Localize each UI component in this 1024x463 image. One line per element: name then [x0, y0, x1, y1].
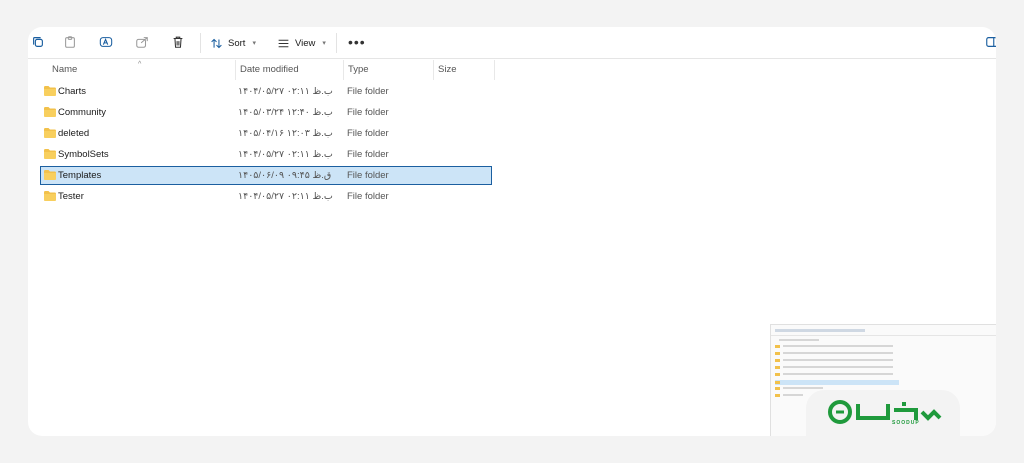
view-label: View — [295, 37, 316, 49]
column-header-type[interactable]: Type — [348, 60, 369, 80]
toolbar-divider — [200, 33, 201, 53]
file-date-modified: ۱۴۰۵/۰۴/۱۶ ب.ظ ۱۲:۰۳ — [238, 128, 333, 139]
delete-icon[interactable] — [170, 34, 186, 50]
sort-icon — [211, 38, 222, 48]
more-options-button[interactable]: ••• — [348, 33, 366, 51]
column-divider[interactable] — [494, 60, 495, 80]
logo-wordmark: SOODUP — [892, 420, 920, 426]
folder-icon — [44, 86, 56, 96]
soodup-logo — [828, 400, 942, 424]
paste-icon[interactable] — [62, 34, 78, 50]
file-date-modified: ۱۴۰۴/۰۵/۲۷ ب.ظ ۰۲:۱۱ — [238, 149, 333, 160]
view-button[interactable]: View ▾ — [277, 33, 326, 53]
column-divider[interactable] — [343, 60, 344, 80]
sort-ascending-icon: ^ — [138, 61, 142, 68]
command-bar: Sort ▾ View ▾ ••• — [28, 27, 996, 59]
folder-icon — [44, 191, 56, 201]
table-row-selected[interactable]: Templates ۱۴۰۵/۰۶/۰۹ ق.ظ ۰۹:۴۵ File fold… — [40, 166, 492, 185]
table-row[interactable]: deleted ۱۴۰۵/۰۴/۱۶ ب.ظ ۱۲:۰۳ File folder — [40, 124, 492, 143]
file-date-modified: ۱۴۰۴/۰۵/۲۷ ب.ظ ۰۲:۱۱ — [238, 191, 333, 202]
details-pane-icon[interactable] — [984, 34, 996, 50]
folder-icon — [44, 149, 56, 159]
column-header-name[interactable]: Name — [52, 60, 77, 80]
toolbar-divider — [336, 33, 337, 53]
copy-icon[interactable] — [30, 34, 46, 50]
file-name: Charts — [58, 86, 86, 97]
file-name: deleted — [58, 128, 90, 139]
rename-icon[interactable] — [98, 34, 114, 50]
folder-icon — [44, 170, 56, 180]
share-icon[interactable] — [134, 34, 150, 50]
logo-container: SOODUP — [806, 390, 960, 436]
file-name: SymbolSets — [58, 149, 109, 160]
sort-button[interactable]: Sort ▾ — [210, 33, 256, 53]
file-type: File folder — [347, 170, 389, 181]
column-divider[interactable] — [235, 60, 236, 80]
folder-icon — [44, 107, 56, 117]
column-headers: ^ Name Date modified Type Size — [28, 60, 996, 80]
table-row[interactable]: SymbolSets ۱۴۰۴/۰۵/۲۷ ب.ظ ۰۲:۱۱ File fol… — [40, 145, 492, 164]
table-row[interactable]: Charts ۱۴۰۴/۰۵/۲۷ ب.ظ ۰۲:۱۱ File folder — [40, 82, 492, 101]
column-header-date-modified[interactable]: Date modified — [240, 60, 299, 80]
file-type: File folder — [347, 86, 389, 97]
table-row[interactable]: Tester ۱۴۰۴/۰۵/۲۷ ب.ظ ۰۲:۱۱ File folder — [40, 187, 492, 206]
file-explorer-window: Sort ▾ View ▾ ••• ^ Name Date modified T… — [28, 27, 996, 436]
table-row[interactable]: Community ۱۴۰۵/۰۳/۲۴ ب.ظ ۱۲:۴۰ File fold… — [40, 103, 492, 122]
column-divider[interactable] — [433, 60, 434, 80]
sort-label: Sort — [228, 37, 246, 49]
file-name: Tester — [58, 191, 84, 202]
file-name: Templates — [58, 170, 102, 181]
chevron-down-icon: ▾ — [252, 40, 256, 47]
file-type: File folder — [347, 107, 389, 118]
file-type: File folder — [347, 149, 389, 160]
file-date-modified: ۱۴۰۴/۰۵/۲۷ ب.ظ ۰۲:۱۱ — [238, 86, 333, 97]
file-type: File folder — [347, 128, 389, 139]
folder-icon — [44, 128, 56, 138]
file-date-modified: ۱۴۰۵/۰۶/۰۹ ق.ظ ۰۹:۴۵ — [238, 170, 332, 181]
file-type: File folder — [347, 191, 389, 202]
view-list-icon — [278, 39, 289, 47]
chevron-down-icon: ▾ — [322, 40, 326, 47]
file-name: Community — [58, 107, 107, 118]
file-date-modified: ۱۴۰۵/۰۳/۲۴ ب.ظ ۱۲:۴۰ — [238, 107, 333, 118]
column-header-size[interactable]: Size — [438, 60, 456, 80]
